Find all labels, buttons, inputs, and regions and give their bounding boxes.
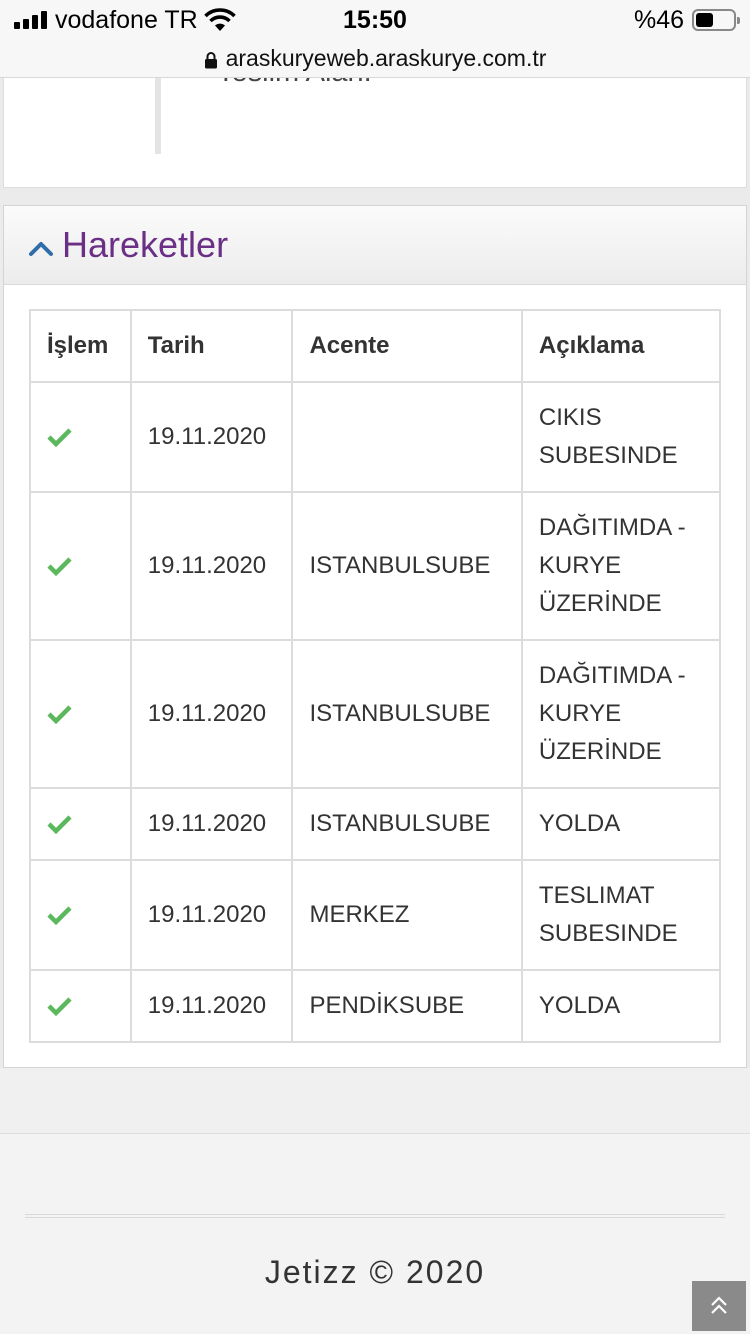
description-cell: DAĞITIMDA - KURYE ÜZERİNDE bbox=[520, 491, 722, 641]
agency-cell: ISTANBULSUBE bbox=[291, 491, 523, 641]
header-acente: Acente bbox=[291, 309, 523, 383]
date-cell: 19.11.2020 bbox=[129, 639, 294, 789]
table-row: 19.11.2020 ISTANBULSUBE DAĞITIMDA - KURYE … bbox=[29, 639, 722, 789]
footer-divider bbox=[25, 1214, 725, 1218]
double-chevron-up-icon bbox=[711, 1296, 727, 1314]
description-cell: CIKIS SUBESINDE bbox=[520, 381, 722, 493]
url-bar[interactable]: araskuryeweb.araskurye.com.tr bbox=[0, 40, 750, 78]
status-cell bbox=[29, 787, 132, 861]
status-cell bbox=[29, 859, 132, 971]
table-row: 19.11.2020 ISTANBULSUBE YOLDA bbox=[29, 787, 722, 861]
hareketler-table: İşlem Tarih Acente Açıklama 19.11.2020 CI… bbox=[29, 309, 722, 1043]
carrier-name: vodafone TR bbox=[55, 6, 198, 34]
description-cell: TESLIMAT SUBESINDE bbox=[520, 859, 722, 971]
checkmark-icon bbox=[47, 906, 72, 925]
agency-cell: MERKEZ bbox=[291, 859, 523, 971]
panel-divider bbox=[155, 78, 161, 154]
chevron-up-icon[interactable] bbox=[28, 239, 54, 259]
wifi-icon bbox=[204, 8, 236, 31]
header-islem: İşlem bbox=[29, 309, 132, 383]
status-cell bbox=[29, 639, 132, 789]
battery-level bbox=[696, 13, 713, 27]
description-cell: DAĞITIMDA - KURYE ÜZERİNDE bbox=[520, 639, 722, 789]
agency-cell: ISTANBULSUBE bbox=[291, 639, 523, 789]
status-cell bbox=[29, 381, 132, 493]
teslim-alan-label: Teslim Alan: bbox=[217, 78, 372, 89]
table-row: 19.11.2020 ISTANBULSUBE DAĞITIMDA - KURYE … bbox=[29, 491, 722, 641]
copyright-text: Jetizz © 2020 bbox=[264, 1254, 486, 1290]
checkmark-icon bbox=[47, 815, 72, 834]
date-cell: 19.11.2020 bbox=[129, 969, 294, 1043]
checkmark-icon bbox=[47, 557, 72, 576]
checkmark-icon bbox=[47, 997, 72, 1016]
panel-header[interactable]: Hareketler bbox=[4, 206, 746, 285]
lock-icon bbox=[204, 51, 217, 68]
table-row: 19.11.2020 CIKIS SUBESINDE bbox=[29, 381, 722, 493]
agency-cell bbox=[291, 381, 523, 493]
battery-icon bbox=[692, 9, 740, 31]
url-text[interactable]: araskuryeweb.araskurye.com.tr bbox=[226, 45, 547, 72]
spacer-panel bbox=[0, 1068, 750, 1134]
status-cell bbox=[29, 969, 132, 1043]
previous-panel: Teslim Alan: bbox=[3, 78, 747, 188]
date-cell: 19.11.2020 bbox=[129, 381, 294, 493]
checkmark-icon bbox=[47, 428, 72, 447]
header-tarih: Tarih bbox=[129, 309, 294, 383]
agency-cell: PENDİKSUBE bbox=[291, 969, 523, 1043]
hareketler-panel: Hareketler İşlem Tarih Acente Açıklama 1… bbox=[3, 205, 747, 1068]
date-cell: 19.11.2020 bbox=[129, 491, 294, 641]
scroll-to-top-button[interactable] bbox=[692, 1281, 746, 1331]
table-row: 19.11.2020 MERKEZ TESLIMAT SUBESINDE bbox=[29, 859, 722, 971]
header-aciklama: Açıklama bbox=[520, 309, 722, 383]
footer: Jetizz © 2020 bbox=[0, 1134, 750, 1334]
agency-cell: ISTANBULSUBE bbox=[291, 787, 523, 861]
checkmark-icon bbox=[47, 705, 72, 724]
signal-icon bbox=[14, 11, 48, 29]
description-cell: YOLDA bbox=[520, 969, 722, 1043]
status-cell bbox=[29, 491, 132, 641]
panel-title: Hareketler bbox=[62, 224, 229, 265]
status-bar: vodafone TR 15:50 %46 bbox=[0, 0, 750, 40]
battery-percent: %46 bbox=[634, 6, 685, 34]
description-cell: YOLDA bbox=[520, 787, 722, 861]
date-cell: 19.11.2020 bbox=[129, 787, 294, 861]
table-header-row: İşlem Tarih Acente Açıklama bbox=[29, 309, 722, 383]
date-cell: 19.11.2020 bbox=[129, 859, 294, 971]
table-row: 19.11.2020 PENDİKSUBE YOLDA bbox=[29, 969, 722, 1043]
